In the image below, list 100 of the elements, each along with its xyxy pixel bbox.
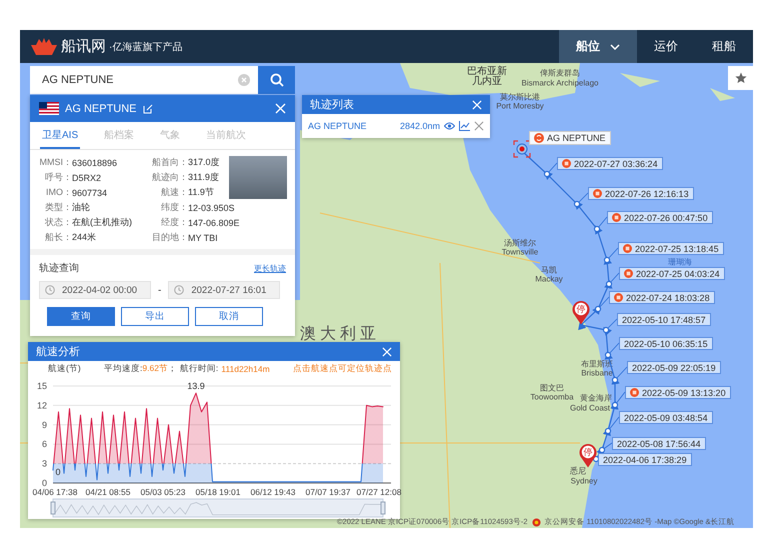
logo-name: 船讯网 (61, 37, 106, 56)
map-place-label: 马凯 (541, 264, 557, 276)
field-label: 航迹向： (151, 171, 188, 184)
field-label: IMO： (45, 186, 72, 199)
field-label: 目的地： (151, 231, 188, 244)
nav-tab[interactable]: 运价 (637, 30, 695, 63)
x-tick-label: 07/07 19:37 (306, 487, 350, 497)
field-value: 244米 (72, 231, 96, 244)
map-place-label: Bismarck Archipelago (522, 78, 598, 88)
map-place-label: 图文巴 (540, 382, 564, 394)
track-time: 2022-05-09 13:13:20 (642, 388, 726, 398)
map-place-label: 澳大利亚 (300, 324, 380, 344)
map-place-label: Townsville (502, 248, 538, 256)
field-value: 11.9节 (188, 186, 214, 199)
map-place-label: Gold Coast (570, 404, 610, 412)
track-time-label[interactable]: 2022-07-24 18:03:28 (609, 291, 715, 304)
start-date-field[interactable]: 2022-04-02 00:00 (39, 281, 151, 299)
field-label: MMSI： (38, 156, 72, 169)
y-tick-label: 0 (42, 478, 47, 488)
query-action-button[interactable]: 查询 (47, 307, 115, 326)
field-value: 147-06.809E (188, 218, 240, 228)
y-tick-label: 15 (36, 381, 47, 391)
y-tick-label: 6 (42, 439, 47, 450)
track-time: 2022-05-09 22:05:19 (632, 362, 716, 372)
stat-value: 9.62节 (142, 363, 168, 375)
field-label: 航速： (160, 186, 188, 199)
map-place-label: 莫尔斯比港 (500, 92, 540, 102)
track-time-label[interactable]: 2022-07-26 00:47:50 (607, 211, 713, 224)
nav-tab[interactable]: 租船 (695, 30, 753, 63)
x-tick-label: 05/03 05:23 (140, 487, 186, 497)
map-place-label: Toowoomba (530, 392, 574, 402)
track-time-label[interactable]: 2022-04-06 17:38:29 (598, 453, 692, 466)
data-label: 0 (56, 467, 60, 477)
y-tick-label: 9 (42, 420, 47, 430)
chart-hint: 点击航速点可定位轨迹点 (293, 363, 392, 375)
map-place-label: 几内亚 (472, 76, 502, 88)
section-title: 轨迹查询 (39, 262, 79, 275)
stop-pin[interactable]: 停 (572, 300, 590, 325)
range-separator: - (158, 284, 162, 296)
map-place-label: Port Moresby (496, 102, 544, 110)
track-distance: 2842.0nm (400, 121, 440, 131)
x-tick-label: 05/18 19:01 (196, 487, 240, 497)
field-label: 经度： (160, 216, 188, 229)
track-time: 2022-04-06 17:38:29 (603, 454, 687, 464)
track-time: 2022-05-10 06:35:15 (624, 338, 708, 348)
track-time: 2022-05-08 17:56:44 (617, 438, 701, 448)
panel-title: 航速分析 (36, 344, 80, 359)
y-tick-label: 12 (36, 400, 47, 410)
field-label: 状态： (44, 216, 72, 229)
panel-title: 轨迹列表 (310, 98, 354, 112)
ship-name-label: AG NEPTUNE (547, 133, 606, 143)
map-place-label: Sydney (570, 476, 598, 486)
track-time-label[interactable]: 2022-05-08 17:56:44 (612, 437, 706, 450)
track-time: 2022-07-25 13:18:45 (635, 244, 719, 254)
x-tick-label: 07/27 12:08 (356, 487, 402, 497)
query-action-button[interactable]: 取消 (195, 307, 263, 326)
track-time: 2022-05-09 03:48:54 (624, 412, 708, 422)
field-label: 呼号： (44, 171, 72, 184)
track-time: 2022-07-25 04:03:24 (636, 268, 720, 278)
field-value: 311.9度 (188, 171, 219, 184)
track-time-label[interactable]: 2022-05-09 03:48:54 (619, 411, 713, 424)
field-value: MY TBI (188, 232, 218, 242)
track-time-label[interactable]: 2022-07-25 04:03:24 (619, 267, 725, 280)
track-time-label[interactable]: 2022-05-10 06:35:15 (619, 337, 713, 350)
query-action-button[interactable]: 导出 (121, 307, 189, 326)
track-time-label[interactable]: 2022-07-26 12:16:13 (588, 187, 694, 200)
field-value: 9607734 (72, 188, 108, 198)
track-time-label[interactable]: 2022-05-09 22:05:19 (627, 361, 721, 374)
longer-track-link[interactable]: 更长轨迹 (254, 262, 286, 274)
axis-title: 航速(节) (48, 363, 81, 375)
x-tick-label: 04/06 17:38 (32, 487, 78, 497)
x-tick-label: 04/21 08:55 (86, 487, 130, 497)
field-label: 纬度： (160, 201, 188, 214)
ship-name-title: AG NEPTUNE (65, 102, 137, 114)
search-field[interactable]: AG NEPTUNE (30, 66, 258, 94)
map-place-label: Brisbane (581, 368, 613, 378)
track-time: 2022-07-26 12:16:13 (605, 188, 689, 198)
info-tab[interactable]: 卫星AIS (40, 122, 80, 149)
field-label: 船首向： (151, 156, 188, 169)
field-value: 12-03.950S (188, 202, 235, 212)
field-value: 油轮 (72, 201, 90, 214)
stat-label: 航行时间: (180, 363, 218, 375)
track-time-label[interactable]: 2022-07-27 03:36:24 (557, 157, 663, 170)
track-time-label[interactable]: 2022-07-25 13:18:45 (618, 242, 724, 255)
track-name[interactable]: AG NEPTUNE (308, 121, 367, 131)
track-time-label[interactable]: 2022-05-10 17:48:57 (617, 313, 711, 326)
nav-tab[interactable]: 船位 (559, 30, 637, 63)
map-place-label: 俾斯麦群岛 (540, 68, 580, 78)
field-label: 船长： (44, 231, 72, 244)
map-place-label: 悉尼 (570, 466, 586, 476)
stat-label: 平均速度: (104, 363, 142, 375)
track-time: 2022-07-24 18:03:28 (626, 292, 710, 302)
ship-map-label[interactable]: AG NEPTUNE (529, 131, 611, 145)
map-place-label: 巴布亚新 (467, 64, 507, 77)
stop-pin[interactable]: 停 (579, 443, 597, 468)
end-date-field[interactable]: 2022-07-27 16:01 (168, 281, 280, 299)
track-time-label[interactable]: 2022-05-09 13:13:20 (625, 386, 731, 399)
map-place-label: Mackay (535, 274, 563, 284)
map-place-label: 汤斯维尔 (504, 238, 536, 248)
field-label: 类型： (44, 201, 72, 214)
